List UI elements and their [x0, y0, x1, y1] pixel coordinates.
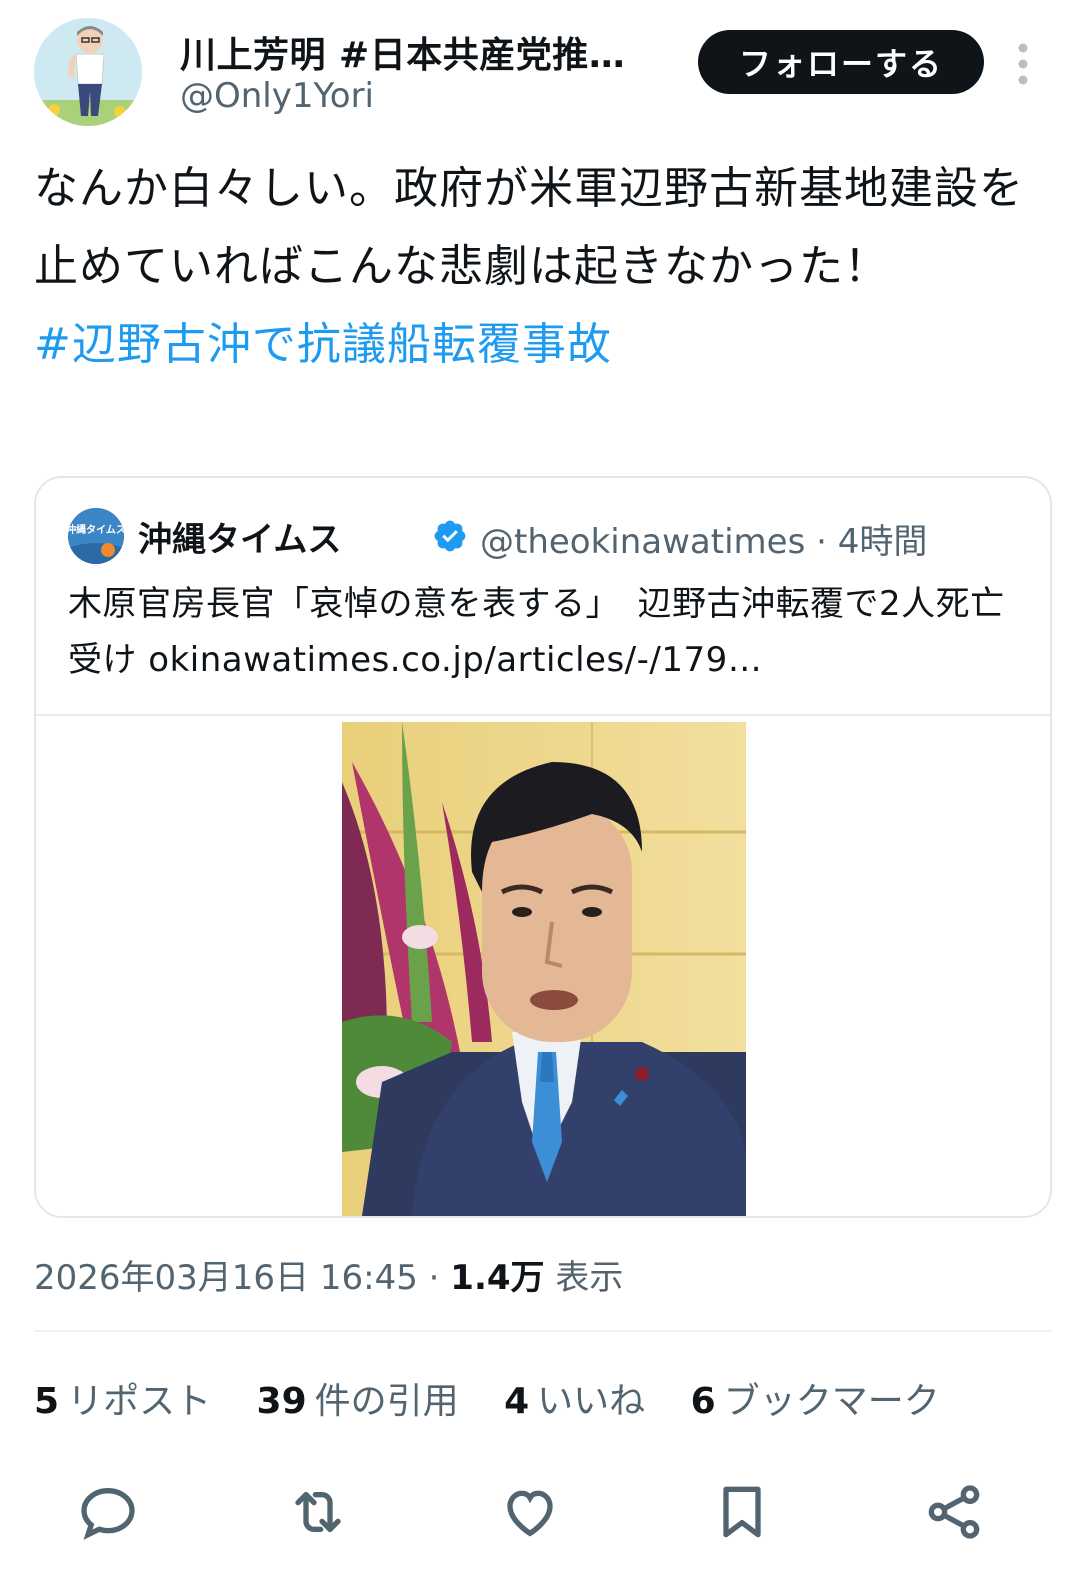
reposts-count: 5 [34, 1381, 60, 1422]
quoted-tweet-header: 沖縄タイムス 沖縄タイムス @theokinawatimes · 4時間 [68, 508, 1028, 564]
quotes-count: 39 [256, 1381, 307, 1422]
bookmarks-stat[interactable]: 6 ブックマーク [691, 1381, 940, 1422]
hashtag-link[interactable]: #辺野古沖で抗議船転覆事故 [34, 306, 1044, 384]
quoted-author-name[interactable]: 沖縄タイムス [138, 512, 341, 561]
share-icon[interactable] [922, 1480, 986, 1544]
views-count: 1.4万 [450, 1258, 545, 1298]
tweet-text: なんか白々しい。政府が米軍辺野古新基地建設を止めていればこんな悲劇は起きなかった… [34, 163, 1024, 292]
quoted-meta-separator: · [805, 522, 838, 562]
timestamp-date[interactable]: 2026年03月16日 16:45 [34, 1258, 418, 1298]
views-label: 表示 [544, 1258, 624, 1298]
tweet-timestamp: 2026年03月16日 16:45 · 1.4万 表示 [34, 1250, 623, 1299]
more-icon[interactable] [1016, 42, 1030, 86]
timestamp-separator: · [417, 1258, 451, 1298]
quotes-stat[interactable]: 39 件の引用 [257, 1381, 459, 1422]
quoted-tweet-text: 木原官房長官「哀悼の意を表する」 辺野古沖転覆で2人死亡受け okinawati… [68, 584, 1005, 680]
quoted-avatar-logo-text: 沖縄タイムス [68, 523, 124, 536]
reply-icon[interactable] [76, 1480, 140, 1544]
quoted-photo[interactable] [342, 722, 746, 1216]
verified-icon [432, 518, 468, 554]
author-display-name[interactable]: 川上芳明 #日本共産党推… [180, 26, 670, 78]
author-avatar[interactable] [34, 18, 142, 126]
quoted-meta: @theokinawatimes · 4時間 [480, 514, 927, 563]
author-handle[interactable]: @Only1Yori [180, 76, 374, 116]
likes-count: 4 [504, 1381, 530, 1422]
action-bar [0, 1480, 1080, 1560]
quoted-author-avatar[interactable]: 沖縄タイムス [68, 508, 124, 564]
quotes-label: 件の引用 [314, 1381, 459, 1422]
reposts-label: リポスト [67, 1381, 212, 1422]
engagement-stats: 5 リポスト 39 件の引用 4 いいね 6 ブックマーク [34, 1372, 974, 1424]
quoted-tweet-card[interactable]: 沖縄タイムス 沖縄タイムス @theokinawatimes · 4時間 木原官… [34, 476, 1052, 1218]
likes-label: いいね [537, 1381, 646, 1422]
bookmark-icon[interactable] [710, 1480, 774, 1544]
divider [34, 1330, 1052, 1332]
likes-stat[interactable]: 4 いいね [504, 1381, 645, 1422]
reposts-stat[interactable]: 5 リポスト [34, 1381, 211, 1422]
bookmarks-label: ブックマーク [723, 1381, 940, 1422]
tweet-body: なんか白々しい。政府が米軍辺野古新基地建設を止めていればこんな悲劇は起きなかった… [34, 150, 1044, 384]
quoted-author-handle[interactable]: @theokinawatimes [480, 522, 805, 562]
tweet-header: 川上芳明 #日本共産党推… @Only1Yori フォローする [0, 0, 1080, 140]
bookmarks-count: 6 [690, 1381, 716, 1422]
follow-button[interactable]: フォローする [698, 30, 984, 94]
repost-icon[interactable] [286, 1480, 350, 1544]
like-icon[interactable] [498, 1480, 562, 1544]
quoted-time[interactable]: 4時間 [838, 522, 928, 562]
